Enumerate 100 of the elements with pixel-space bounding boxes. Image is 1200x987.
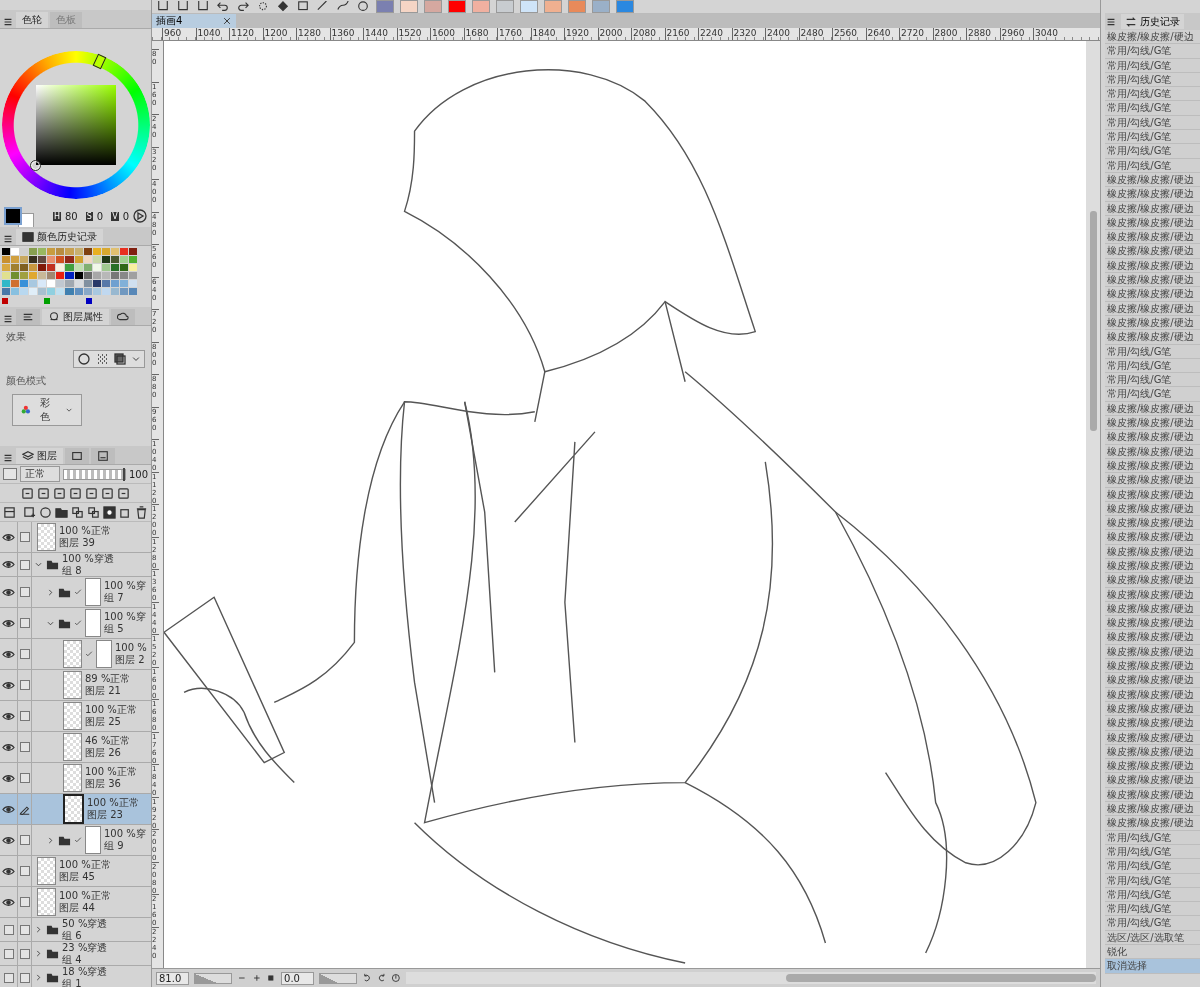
history-item[interactable]: 橡皮擦/橡皮擦/硬边 — [1105, 716, 1200, 731]
history-item[interactable]: 橡皮擦/橡皮擦/硬边 — [1105, 630, 1200, 645]
history-item[interactable]: 橡皮擦/橡皮擦/硬边 — [1105, 187, 1200, 202]
layer-row[interactable]: 100 %穿 组 7 — [0, 577, 151, 608]
ruler-label: 2480 — [798, 28, 832, 40]
zoom-field[interactable]: 81.0 — [156, 971, 190, 985]
history-item[interactable]: 橡皮擦/橡皮擦/硬边 — [1105, 473, 1200, 488]
history-item[interactable]: 橡皮擦/橡皮擦/硬边 — [1105, 616, 1200, 631]
layer-row[interactable]: 100 %正常 图层 45 — [0, 856, 151, 887]
channel-value: 0 — [122, 210, 129, 222]
layer-row[interactable]: 100 %穿 组 5 — [0, 608, 151, 639]
layer-opacity-blend: 89 %正常 — [85, 673, 131, 685]
ruler-label: 2000 — [597, 28, 631, 40]
history-item[interactable]: 常用/勾线/G笔 — [1105, 859, 1200, 874]
layer-row[interactable]: 100 %正常 图层 25 — [0, 701, 151, 732]
layer-name: 图层 44 — [59, 902, 96, 914]
layer-opacity-blend: 100 %穿透 — [62, 552, 114, 565]
blend-mode-dropdown[interactable]: 正常 — [20, 466, 60, 482]
history-item[interactable]: 橡皮擦/橡皮擦/硬边 — [1105, 573, 1200, 588]
history-item[interactable]: 橡皮擦/橡皮擦/硬边 — [1105, 516, 1200, 531]
history-item[interactable]: 橡皮擦/橡皮擦/硬边 — [1105, 430, 1200, 445]
history-item[interactable]: 橡皮擦/橡皮擦/硬边 — [1105, 330, 1200, 345]
history-item[interactable]: 常用/勾线/G笔 — [1105, 373, 1200, 388]
history-item[interactable]: 常用/勾线/G笔 — [1105, 902, 1200, 917]
layer-row[interactable]: 100 %正常 图层 23 — [0, 794, 151, 825]
section-label: 效果 — [6, 330, 27, 344]
ruler-label: 2560 — [832, 28, 866, 40]
ruler-label: 960 — [162, 28, 196, 40]
rotation-field[interactable]: 0.0 — [281, 971, 315, 985]
ruler-label: 1360 — [329, 28, 363, 40]
layer-name: 组 9 — [104, 840, 125, 852]
ruler-label: 1440 — [363, 28, 397, 40]
channel-value: 0 — [96, 210, 104, 222]
section-label: 颜色模式 — [6, 374, 47, 388]
history-item[interactable]: 橡皮擦/橡皮擦/硬边 — [1105, 773, 1200, 788]
history-item[interactable]: 橡皮擦/橡皮擦/硬边 — [1105, 230, 1200, 245]
layer-name: 组 4 — [62, 953, 83, 966]
history-item[interactable]: 橡皮擦/橡皮擦/硬边 — [1105, 30, 1200, 45]
opacity-value[interactable]: 100 — [128, 468, 148, 480]
color-mode-dropdown[interactable]: 彩色 — [12, 394, 82, 426]
ruler-label: 1680 — [463, 28, 497, 40]
history-item[interactable]: 常用/勾线/G笔 — [1105, 87, 1200, 102]
layer-opacity-blend: 100 %正常 — [59, 525, 111, 537]
layer-row[interactable]: 100 %穿 组 9 — [0, 825, 151, 856]
layer-name: 图层 23 — [87, 809, 124, 821]
layer-opacity-blend: 100 %穿 — [104, 611, 146, 623]
layer-row[interactable]: 100 % 图层 2 — [0, 639, 151, 670]
layer-name: 图层 25 — [85, 716, 122, 728]
layer-row[interactable]: 100 %正常 图层 39 — [0, 522, 151, 553]
history-item[interactable]: 常用/勾线/G笔 — [1105, 44, 1200, 59]
layer-name: 图层 26 — [85, 747, 122, 759]
history-item[interactable]: 常用/勾线/G笔 — [1105, 144, 1200, 159]
layer-opacity-blend: 50 %穿透 — [62, 917, 108, 930]
layer-row[interactable]: 23 %穿透 组 4 — [0, 942, 151, 966]
layer-row[interactable]: 18 %穿透 组 1 — [0, 966, 151, 987]
ruler-label: 1040 — [195, 28, 229, 40]
panel-tab[interactable]: 色轮 — [16, 12, 48, 28]
channel-label: S — [85, 211, 93, 221]
history-item[interactable]: 橡皮擦/橡皮擦/硬边 — [1105, 273, 1200, 288]
history-item[interactable]: 锐化 — [1105, 945, 1200, 960]
layer-name: 组 6 — [62, 929, 83, 942]
ruler-label: 2320 — [731, 28, 765, 40]
layer-row[interactable]: 46 %正常 图层 26 — [0, 732, 151, 763]
document-tab[interactable]: 插画4 — [152, 14, 237, 28]
ruler-label: 1280 — [296, 28, 330, 40]
layer-row[interactable]: 100 %正常 图层 44 — [0, 887, 151, 918]
layer-row[interactable]: 100 %穿透 组 8 — [0, 553, 151, 577]
ruler-label: 1920 — [564, 28, 598, 40]
history-item[interactable]: 取消选择 — [1105, 959, 1200, 974]
history-item[interactable]: 橡皮擦/橡皮擦/硬边 — [1105, 673, 1200, 688]
ruler-label: 1120 — [229, 28, 263, 40]
layer-row[interactable]: 50 %穿透 组 6 — [0, 918, 151, 942]
panel-tab[interactable]: 历史记录 — [1121, 14, 1184, 29]
history-item[interactable]: 橡皮擦/橡皮擦/硬边 — [1105, 416, 1200, 431]
layer-opacity-blend: 100 %正常 — [87, 797, 139, 809]
panel-tab[interactable]: 颜色历史记录 — [16, 229, 103, 245]
history-item[interactable]: 常用/勾线/G笔 — [1105, 101, 1200, 116]
history-item[interactable]: 橡皮擦/橡皮擦/硬边 — [1105, 816, 1200, 831]
history-item[interactable]: 橡皮擦/橡皮擦/硬边 — [1105, 530, 1200, 545]
history-item[interactable]: 橡皮擦/橡皮擦/硬边 — [1105, 759, 1200, 774]
ruler-label: 2880 — [966, 28, 1000, 40]
history-item[interactable]: 橡皮擦/橡皮擦/硬边 — [1105, 659, 1200, 674]
history-item[interactable]: 橡皮擦/橡皮擦/硬边 — [1105, 287, 1200, 302]
ruler-label: 2400 — [765, 28, 799, 40]
history-item[interactable]: 常用/勾线/G笔 — [1105, 916, 1200, 931]
ruler-label: 1840 — [530, 28, 564, 40]
layer-opacity-blend: 100 %正常 — [85, 704, 137, 716]
layer-name: 组 5 — [104, 623, 125, 635]
ruler-label: 2080 — [631, 28, 665, 40]
history-item[interactable]: 橡皮擦/橡皮擦/硬边 — [1105, 244, 1200, 259]
ruler-label: 2160 — [664, 28, 698, 40]
layer-row[interactable]: 89 %正常 图层 21 — [0, 670, 151, 701]
history-item[interactable]: 常用/勾线/G笔 — [1105, 130, 1200, 145]
history-item[interactable]: 常用/勾线/G笔 — [1105, 387, 1200, 402]
history-item[interactable]: 橡皮擦/橡皮擦/硬边 — [1105, 802, 1200, 817]
layer-opacity-blend: 100 %正常 — [85, 766, 137, 778]
ruler-label: 1600 — [430, 28, 464, 40]
ruler-label: 2960 — [999, 28, 1033, 40]
layer-opacity-blend: 100 % — [115, 642, 147, 654]
ruler-label: 2240 — [698, 28, 732, 40]
